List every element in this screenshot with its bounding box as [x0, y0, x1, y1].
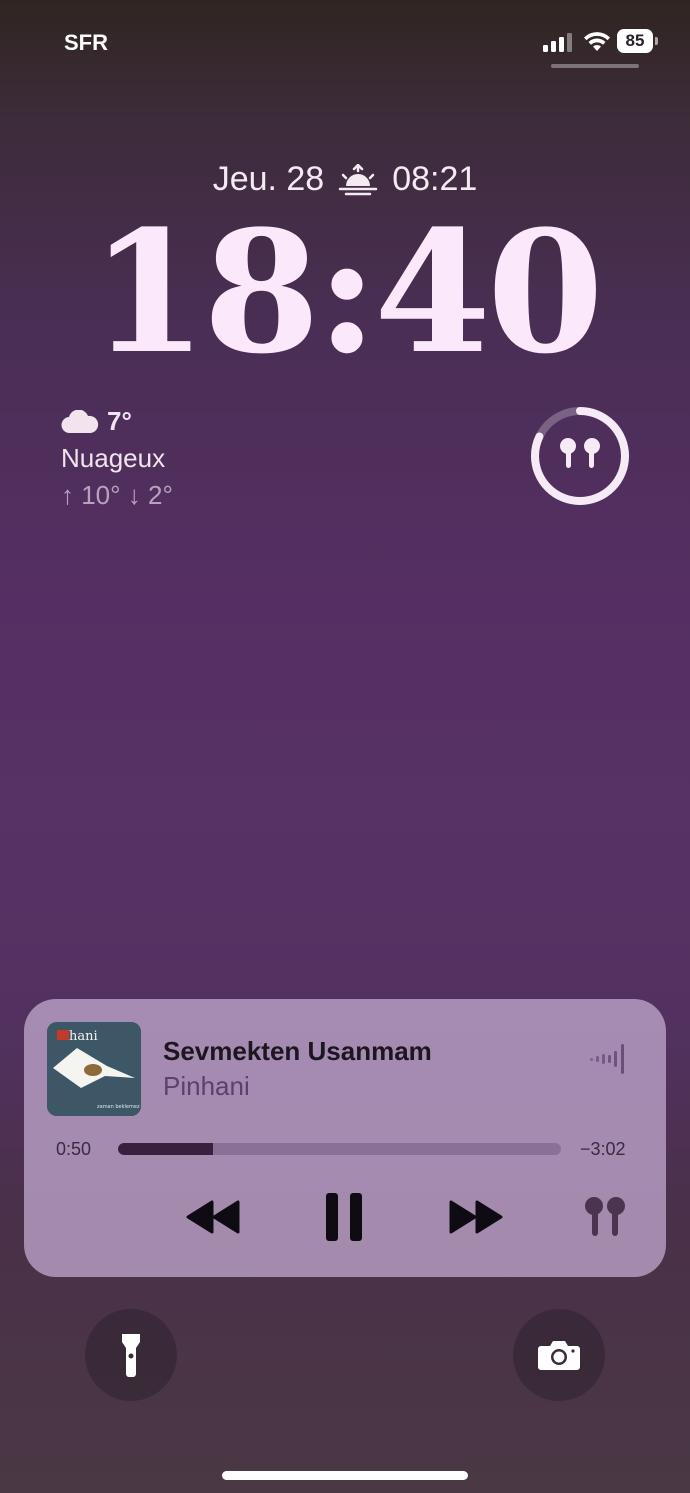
flashlight-button[interactable]	[85, 1309, 177, 1401]
audio-output-button[interactable]	[582, 1193, 628, 1241]
album-art-text: hani	[69, 1029, 98, 1044]
airpods-battery-widget[interactable]	[528, 404, 632, 508]
audio-waveform-icon	[590, 1044, 624, 1074]
album-cover-image: hani zaman beklemez	[47, 1022, 141, 1116]
weather-range: ↑ 10° ↓ 2°	[61, 480, 173, 510]
weather-widget[interactable]: 7° Nuageux ↑ 10° ↓ 2°	[61, 406, 173, 511]
playback-scrubber[interactable]	[118, 1143, 561, 1155]
battery-level: 85	[625, 31, 645, 50]
flashlight-icon	[122, 1334, 140, 1377]
album-art[interactable]: hani zaman beklemez	[47, 1022, 141, 1116]
wifi-icon	[584, 32, 610, 51]
song-title[interactable]: Sevmekten Usanmam	[163, 1036, 432, 1067]
rewind-button[interactable]	[183, 1192, 243, 1242]
weather-temperature: 7°	[107, 406, 132, 436]
control-center-handle[interactable]	[551, 64, 639, 68]
rewind-icon	[186, 1200, 240, 1234]
camera-icon	[538, 1341, 580, 1370]
cloud-icon	[61, 409, 99, 433]
carrier-label: SFR	[64, 30, 108, 55]
pause-button[interactable]	[318, 1188, 370, 1246]
battery-indicator: 85	[617, 29, 659, 53]
fast-forward-button[interactable]	[446, 1192, 506, 1242]
lock-screen-clock: 18:40	[90, 193, 604, 391]
song-artist[interactable]: Pinhani	[163, 1071, 250, 1102]
pause-icon	[326, 1193, 362, 1241]
camera-button[interactable]	[513, 1309, 605, 1401]
sunrise-icon	[338, 163, 378, 195]
cellular-signal-icon	[543, 33, 572, 52]
weather-condition: Nuageux	[61, 443, 166, 473]
fast-forward-icon	[449, 1200, 503, 1234]
album-art-subtitle: zaman beklemez	[97, 1104, 140, 1110]
airpods-icon	[560, 438, 600, 468]
home-indicator[interactable]	[222, 1471, 468, 1480]
playback-progress-fill	[118, 1143, 214, 1155]
remaining-time: −3:02	[580, 1139, 626, 1159]
elapsed-time: 0:50	[56, 1139, 92, 1159]
airpods-icon	[585, 1197, 625, 1236]
